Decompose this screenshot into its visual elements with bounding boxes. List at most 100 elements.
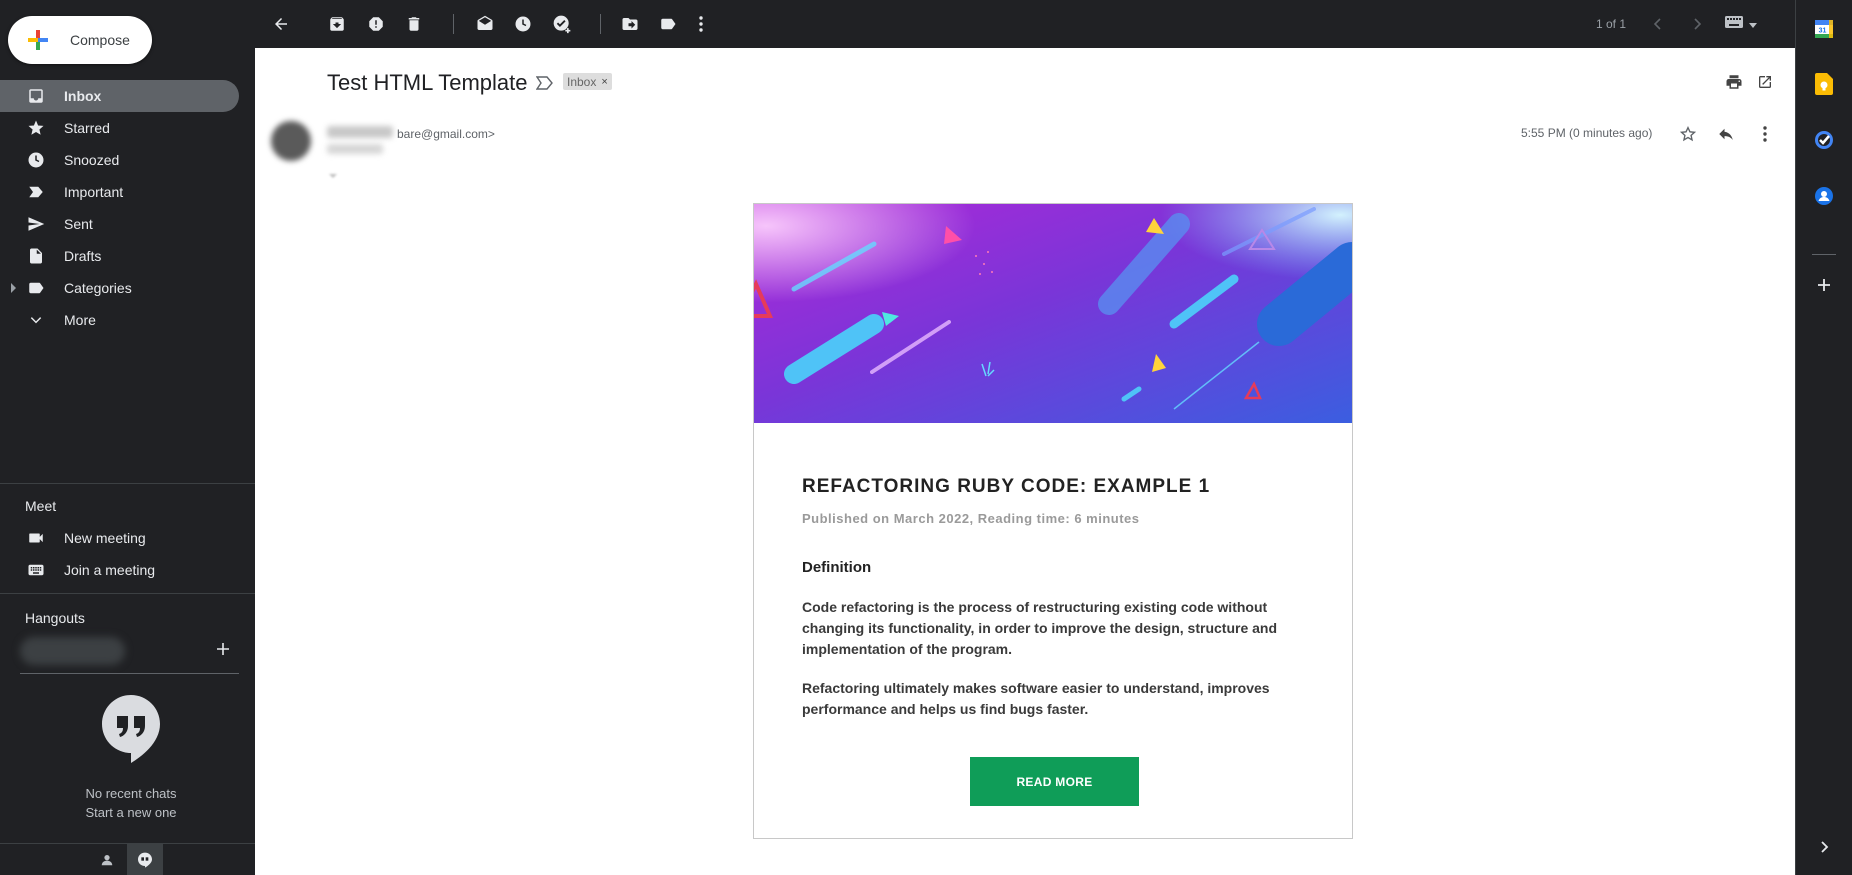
open-new-window-icon[interactable]	[1753, 70, 1777, 94]
move-to-folder-icon[interactable]	[618, 12, 642, 36]
compose-button[interactable]: Compose	[8, 16, 152, 64]
remove-label-icon[interactable]: ×	[601, 76, 607, 88]
nav-item-snoozed[interactable]: Snoozed	[0, 144, 239, 176]
compose-label: Compose	[70, 32, 130, 48]
print-icon[interactable]	[1722, 70, 1746, 94]
hangouts-tab-icon[interactable]	[127, 844, 163, 875]
more-vert-icon[interactable]	[1753, 122, 1777, 146]
nav-item-drafts[interactable]: Drafts	[0, 240, 239, 272]
report-spam-icon[interactable]	[364, 12, 388, 36]
new-meeting-label: New meeting	[64, 530, 146, 546]
tasks-icon[interactable]	[1809, 125, 1839, 155]
nav-item-label: Important	[64, 184, 124, 200]
start-new-chat-link[interactable]: Start a new one	[0, 805, 262, 820]
keyboard-icon	[26, 560, 46, 580]
calendar-icon[interactable]: 31	[1809, 14, 1839, 44]
get-addons-plus-icon[interactable]	[1809, 270, 1839, 300]
post-definition-heading: Definition	[802, 559, 872, 576]
expand-caret-icon[interactable]	[11, 283, 16, 293]
keyboard-icon	[1725, 15, 1743, 33]
meet-section-title: Meet	[25, 498, 57, 514]
delete-icon[interactable]	[402, 12, 426, 36]
email-timestamp: 5:55 PM (0 minutes ago)	[1521, 126, 1653, 140]
video-camera-icon	[26, 528, 46, 548]
hangouts-user-blurred[interactable]	[20, 637, 125, 665]
older-chevron-right-icon[interactable]	[1685, 12, 1709, 36]
toolbar-separator	[453, 14, 454, 34]
archive-icon[interactable]	[325, 12, 349, 36]
nav-item-label: Sent	[64, 216, 93, 232]
expand-panel-chevron-icon[interactable]	[1809, 832, 1839, 862]
post-meta: Published on March 2022, Reading time: 6…	[802, 511, 1140, 526]
left-sidebar: Compose Inbox Starred Snoozed Important	[0, 0, 255, 875]
nav-item-label: Inbox	[64, 88, 102, 104]
send-icon	[26, 214, 46, 234]
nav-item-inbox[interactable]: Inbox	[0, 80, 239, 112]
post-paragraph-1: Code refactoring is the process of restr…	[802, 599, 1278, 657]
side-panel-rail: 31	[1795, 0, 1852, 875]
hangouts-quote-icon	[100, 693, 162, 765]
contacts-icon[interactable]	[1809, 181, 1839, 211]
pagination-count: 1 of 1	[1596, 17, 1627, 31]
rail-divider	[1812, 254, 1836, 255]
add-task-icon[interactable]	[550, 12, 574, 36]
sender-avatar[interactable]	[271, 121, 311, 161]
calendar-day-number: 31	[1819, 28, 1827, 35]
nav-item-label: Categories	[64, 280, 132, 296]
add-chat-icon[interactable]	[212, 638, 234, 660]
label-icon	[26, 278, 46, 298]
important-icon	[26, 182, 46, 202]
back-arrow-icon[interactable]	[269, 12, 293, 36]
star-icon	[26, 118, 46, 138]
no-recent-chats-text: No recent chats	[85, 786, 177, 801]
draft-icon	[26, 246, 46, 266]
input-tools-dropdown[interactable]	[1725, 14, 1773, 34]
email-subject: Test HTML Template	[327, 70, 528, 95]
nav-item-label: Snoozed	[64, 152, 120, 168]
mark-unread-icon[interactable]	[473, 12, 497, 36]
email-html-card: REFACTORING RUBY CODE: EXAMPLE 1 Publish…	[753, 203, 1353, 839]
header-banner-image	[754, 204, 1352, 423]
star-outline-icon[interactable]	[1676, 122, 1700, 146]
nav-list: Inbox Starred Snoozed Important Sent Dra…	[0, 80, 255, 336]
caret-down-icon	[1749, 15, 1757, 33]
message-view: Test HTML Template Inbox × bare@gmail.co…	[255, 48, 1795, 875]
hangouts-section-title: Hangouts	[25, 610, 85, 626]
nav-item-label: Starred	[64, 120, 110, 136]
nav-item-sent[interactable]: Sent	[0, 208, 239, 240]
show-details-caret-icon[interactable]	[329, 174, 337, 178]
importance-marker-icon[interactable]	[535, 75, 554, 91]
snooze-clock-icon[interactable]	[511, 12, 535, 36]
inbox-label-chip: Inbox ×	[563, 73, 612, 90]
clock-icon	[26, 150, 46, 170]
chevron-down-icon	[26, 310, 46, 330]
inbox-icon	[26, 86, 46, 106]
nav-item-categories[interactable]: Categories	[0, 272, 239, 304]
message-toolbar: 1 of 1	[255, 0, 1795, 48]
recipient-blurred	[327, 144, 383, 154]
keep-icon[interactable]	[1809, 69, 1839, 99]
nav-item-more[interactable]: More	[0, 304, 239, 336]
more-options-icon[interactable]	[689, 12, 713, 36]
read-more-button[interactable]: READ MORE	[970, 757, 1139, 806]
sender-name-blurred	[327, 126, 393, 138]
nav-item-important[interactable]: Important	[0, 176, 239, 208]
label-as-icon[interactable]	[656, 12, 680, 36]
label-chip-text: Inbox	[567, 74, 597, 89]
toolbar-separator	[600, 14, 601, 34]
compose-plus-icon	[16, 16, 60, 64]
reply-icon[interactable]	[1714, 122, 1738, 146]
post-title: REFACTORING RUBY CODE: EXAMPLE 1	[802, 476, 1211, 497]
contacts-tab-icon[interactable]	[89, 844, 125, 875]
nav-item-label: Drafts	[64, 248, 102, 264]
newer-chevron-left-icon[interactable]	[1646, 12, 1670, 36]
nav-item-label: More	[64, 312, 96, 328]
join-meeting-button[interactable]: Join a meeting	[0, 554, 255, 586]
sidebar-bottom-tabs	[0, 843, 255, 875]
new-meeting-button[interactable]: New meeting	[0, 522, 255, 554]
sender-email: bare@gmail.com>	[397, 127, 495, 141]
sidebar-divider	[0, 593, 255, 594]
sidebar-divider	[0, 483, 255, 484]
join-meeting-label: Join a meeting	[64, 562, 156, 578]
nav-item-starred[interactable]: Starred	[0, 112, 239, 144]
